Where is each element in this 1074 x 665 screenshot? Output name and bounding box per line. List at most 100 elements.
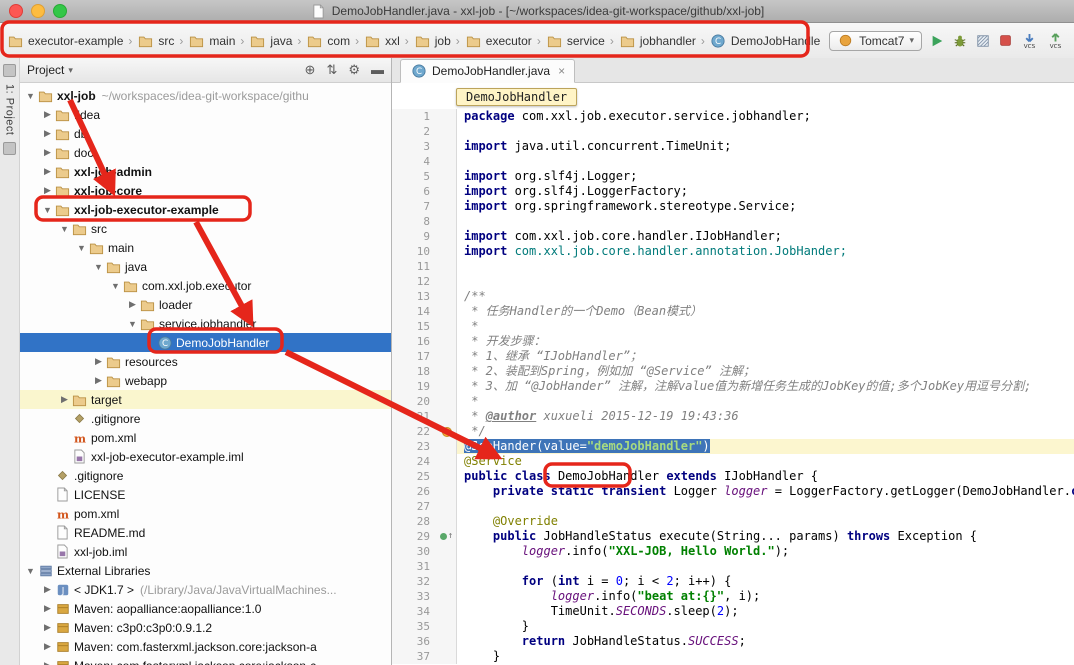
tree-row-xxl-job-core[interactable]: ▶xxl-job-core bbox=[20, 181, 391, 200]
vcs-commit-button[interactable]: VCS bbox=[1047, 33, 1064, 49]
line-number[interactable]: 37 bbox=[392, 649, 437, 664]
hide-icon[interactable]: ▬ bbox=[371, 62, 384, 78]
close-window-button[interactable] bbox=[9, 4, 23, 18]
tree-row-jdk1-7[interactable]: ▶J< JDK1.7 >(/Library/Java/JavaVirtualMa… bbox=[20, 580, 391, 599]
tool-window-icon[interactable] bbox=[3, 142, 16, 155]
line-number[interactable]: 21 bbox=[392, 409, 437, 424]
line-number[interactable]: 33 bbox=[392, 589, 437, 604]
tree-row-xxl-job[interactable]: ▼xxl-job~/workspaces/idea-git-workspace/… bbox=[20, 86, 391, 105]
line-number[interactable]: 9 bbox=[392, 229, 437, 244]
tree-row-service-jobhandler[interactable]: ▼service.jobhandler bbox=[20, 314, 391, 333]
line-number[interactable]: 15 bbox=[392, 319, 437, 334]
line-number[interactable]: 19 bbox=[392, 379, 437, 394]
tree-row-src[interactable]: ▼src bbox=[20, 219, 391, 238]
tree-row-db[interactable]: ▶db bbox=[20, 124, 391, 143]
zoom-window-button[interactable] bbox=[53, 4, 67, 18]
tree-toggle-icon[interactable]: ▶ bbox=[41, 185, 54, 196]
line-number[interactable]: 22 bbox=[392, 424, 437, 439]
tree-row-xxl-job-executor-example[interactable]: ▼xxl-job-executor-example bbox=[20, 200, 391, 219]
line-number[interactable]: 16 bbox=[392, 334, 437, 349]
line-number[interactable]: 35 bbox=[392, 619, 437, 634]
tree-toggle-icon[interactable]: ▼ bbox=[126, 319, 139, 329]
tree-row-resources[interactable]: ▶resources bbox=[20, 352, 391, 371]
tree-toggle-icon[interactable]: ▶ bbox=[41, 166, 54, 177]
window-switcher-icon[interactable] bbox=[3, 64, 16, 77]
tree-toggle-icon[interactable]: ▼ bbox=[41, 205, 54, 215]
line-number[interactable]: 6 bbox=[392, 184, 437, 199]
tree-row-java[interactable]: ▼java bbox=[20, 257, 391, 276]
tree-toggle-icon[interactable]: ▶ bbox=[92, 375, 105, 386]
line-number[interactable]: 12 bbox=[392, 274, 437, 289]
tree-row-com-xxl-job-executor[interactable]: ▼com.xxl.job.executor bbox=[20, 276, 391, 295]
breadcrumb-src[interactable]: src bbox=[134, 32, 177, 50]
tree-toggle-icon[interactable]: ▶ bbox=[41, 584, 54, 595]
tree-toggle-icon[interactable]: ▶ bbox=[41, 622, 54, 633]
line-number[interactable]: 26 bbox=[392, 484, 437, 499]
tree-row-external-libraries[interactable]: ▼External Libraries bbox=[20, 561, 391, 580]
tree-row-maven-com-fasterxml-jackson-core-jackson-a[interactable]: ▶Maven: com.fasterxml.jackson.core:jacks… bbox=[20, 637, 391, 656]
tree-row-license[interactable]: LICENSE bbox=[20, 485, 391, 504]
tree-toggle-icon[interactable]: ▶ bbox=[41, 147, 54, 158]
line-number[interactable]: 23 bbox=[392, 439, 437, 454]
line-number[interactable]: 34 bbox=[392, 604, 437, 619]
line-number[interactable]: 30 bbox=[392, 544, 437, 559]
tree-row-target[interactable]: ▶target bbox=[20, 390, 391, 409]
line-number[interactable]: 10 bbox=[392, 244, 437, 259]
tree-toggle-icon[interactable]: ▶ bbox=[41, 641, 54, 652]
line-number[interactable]: 5 bbox=[392, 169, 437, 184]
tree-row-gitignore[interactable]: .gitignore bbox=[20, 466, 391, 485]
line-number[interactable]: 36 bbox=[392, 634, 437, 649]
tree-row-maven-com-fasterxml-jackson-core-jackson-c[interactable]: ▶Maven: com.fasterxml.jackson.core:jacks… bbox=[20, 656, 391, 665]
breadcrumb-executor[interactable]: executor bbox=[462, 32, 535, 50]
breadcrumb-jobhandler[interactable]: jobhandler bbox=[616, 32, 699, 50]
breadcrumb-java[interactable]: java bbox=[246, 32, 295, 50]
line-number[interactable]: 14 bbox=[392, 304, 437, 319]
line-number[interactable]: 4 bbox=[392, 154, 437, 169]
breadcrumb-job[interactable]: job bbox=[411, 32, 454, 50]
project-tool-window-button[interactable]: 1: Project bbox=[4, 84, 16, 135]
tree-row-readme-md[interactable]: README.md bbox=[20, 523, 391, 542]
line-number[interactable]: 17 bbox=[392, 349, 437, 364]
tree-row-demojobhandler[interactable]: CDemoJobHandler bbox=[20, 333, 391, 352]
tree-toggle-icon[interactable]: ▼ bbox=[58, 224, 71, 234]
tree-row-xxl-job-iml[interactable]: xxl-job.iml bbox=[20, 542, 391, 561]
tree-toggle-icon[interactable]: ▼ bbox=[75, 243, 88, 253]
vcs-update-button[interactable]: VCS bbox=[1021, 33, 1038, 49]
debug-button[interactable] bbox=[953, 34, 967, 48]
tree-toggle-icon[interactable]: ▶ bbox=[41, 109, 54, 120]
tree-toggle-icon[interactable]: ▶ bbox=[41, 603, 54, 614]
breadcrumb-executor-example[interactable]: executor-example bbox=[4, 32, 126, 50]
breadcrumb-demojobhandler[interactable]: CDemoJobHandler bbox=[707, 32, 821, 50]
tree-toggle-icon[interactable]: ▼ bbox=[24, 91, 37, 101]
chevron-down-icon[interactable]: ▾ bbox=[68, 65, 73, 76]
tree-toggle-icon[interactable]: ▼ bbox=[24, 566, 37, 576]
line-number[interactable]: 31 bbox=[392, 559, 437, 574]
line-number[interactable]: 1 bbox=[392, 109, 437, 124]
line-number[interactable]: 3 bbox=[392, 139, 437, 154]
line-number[interactable]: 13 bbox=[392, 289, 437, 304]
minimize-window-button[interactable] bbox=[31, 4, 45, 18]
breadcrumb-service[interactable]: service bbox=[543, 32, 608, 50]
tree-toggle-icon[interactable]: ▶ bbox=[58, 394, 71, 405]
line-number[interactable]: 8 bbox=[392, 214, 437, 229]
tree-row-pom-xml[interactable]: mpom.xml bbox=[20, 428, 391, 447]
tree-row-webapp[interactable]: ▶webapp bbox=[20, 371, 391, 390]
project-panel-title[interactable]: Project bbox=[27, 63, 64, 77]
tree-row-main[interactable]: ▼main bbox=[20, 238, 391, 257]
breadcrumb-main[interactable]: main bbox=[185, 32, 238, 50]
tree-row-xxl-job-admin[interactable]: ▶xxl-job-admin bbox=[20, 162, 391, 181]
tree-row-maven-aopalliance-aopalliance-1-0[interactable]: ▶Maven: aopalliance:aopalliance:1.0 bbox=[20, 599, 391, 618]
line-number[interactable]: 20 bbox=[392, 394, 437, 409]
line-number[interactable]: 24 bbox=[392, 454, 437, 469]
tree-toggle-icon[interactable]: ▼ bbox=[92, 262, 105, 272]
code-editor[interactable]: DemoJobHandler 1package com.xxl.job.exec… bbox=[392, 83, 1074, 665]
stop-button[interactable] bbox=[999, 34, 1012, 47]
line-number[interactable]: 25 bbox=[392, 469, 437, 484]
line-number[interactable]: 28 bbox=[392, 514, 437, 529]
breadcrumb-xxl[interactable]: xxl bbox=[361, 32, 403, 50]
line-number[interactable]: 32 bbox=[392, 574, 437, 589]
run-configuration-selector[interactable]: Tomcat7 ▾ bbox=[829, 31, 922, 51]
breadcrumb-com[interactable]: com bbox=[303, 32, 353, 50]
tree-toggle-icon[interactable]: ▼ bbox=[109, 281, 122, 291]
tree-toggle-icon[interactable]: ▶ bbox=[41, 128, 54, 139]
